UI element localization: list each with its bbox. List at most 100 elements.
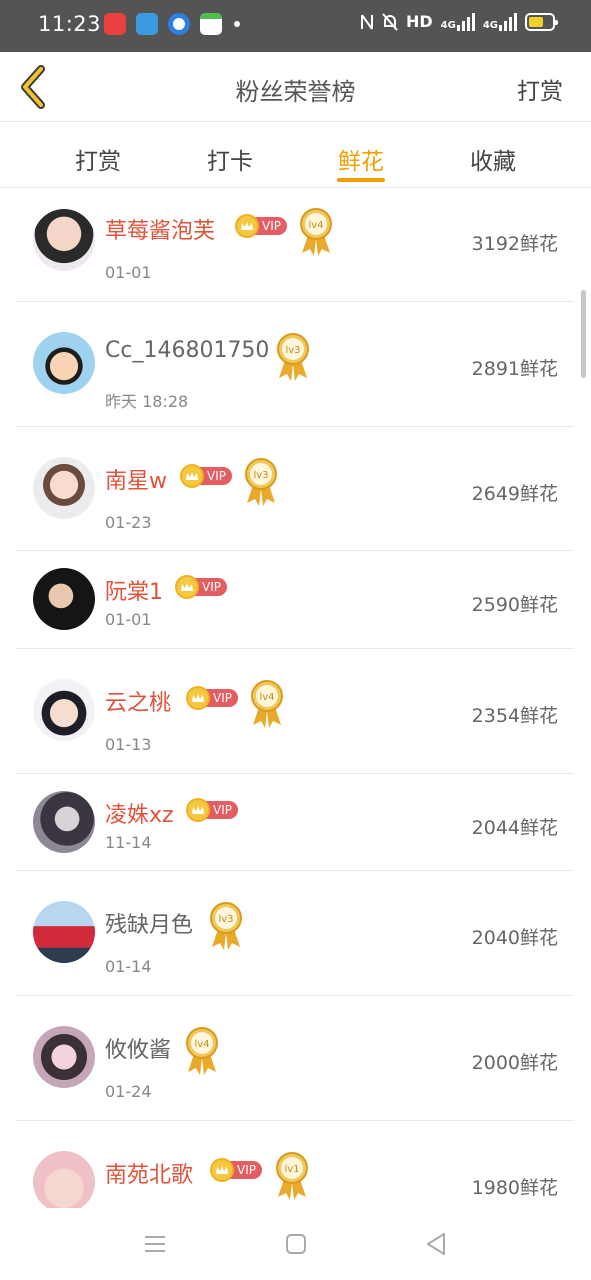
vip-badge: VIP [175, 575, 227, 599]
crown-icon [186, 686, 210, 710]
date-label: 01-24 [105, 1082, 152, 1101]
vip-badge: VIP [186, 686, 238, 710]
list-item[interactable]: 南苑北歌 VIP lv1 1980鲜花 [16, 1121, 574, 1208]
level-label: lv4 [194, 1039, 209, 1050]
home-button[interactable] [282, 1230, 310, 1258]
more-notifications-icon [234, 21, 240, 27]
avatar[interactable] [33, 679, 95, 741]
vip-badge: VIP [235, 214, 287, 238]
level-medal-icon: lv4 [186, 1027, 218, 1075]
list-item[interactable]: 草莓酱泡芙 VIP lv4 01-01 3192鲜花 [16, 189, 574, 302]
mute-icon [382, 12, 398, 31]
status-time: 11:23 [38, 12, 102, 36]
vip-badge: VIP [210, 1158, 262, 1182]
user-name[interactable]: 南星w [105, 463, 167, 495]
avatar[interactable] [33, 457, 95, 519]
avatar[interactable] [33, 901, 95, 963]
flower-count: 2000鲜花 [471, 1052, 558, 1074]
date-label: 01-23 [105, 513, 152, 532]
mail-app-icon [200, 13, 222, 35]
date-label: 01-01 [105, 263, 152, 282]
crown-icon [175, 575, 199, 599]
user-name[interactable]: Cc_146801750 [105, 338, 269, 363]
avatar[interactable] [33, 1026, 95, 1088]
flower-count: 2044鲜花 [471, 817, 558, 839]
signal-2-icon: 4G [483, 12, 517, 31]
signal-1-icon: 4G [441, 12, 475, 31]
level-medal-icon: lv3 [277, 333, 309, 381]
list-item[interactable]: Cc_146801750 lv3 昨天 18:28 2891鲜花 [16, 302, 574, 427]
menu-icon [145, 1236, 165, 1252]
avatar[interactable] [33, 1151, 95, 1208]
user-name[interactable]: 草莓酱泡芙 [105, 213, 215, 245]
user-name[interactable]: 凌姝xz [105, 797, 174, 829]
user-name[interactable]: 南苑北歌 [105, 1157, 193, 1189]
system-nav-bar [0, 1208, 591, 1280]
level-label: lv1 [284, 1164, 299, 1175]
tab-checkin[interactable]: 打卡 [185, 142, 275, 176]
avatar[interactable] [33, 209, 95, 271]
level-medal-icon: lv4 [251, 680, 283, 728]
telegram-icon [136, 13, 158, 35]
user-name[interactable]: 攸攸酱 [105, 1032, 171, 1064]
active-tab-indicator [337, 178, 385, 182]
avatar[interactable] [33, 791, 95, 853]
flower-count: 2354鲜花 [471, 705, 558, 727]
notification-icons [104, 13, 240, 35]
vip-badge: VIP [180, 464, 232, 488]
tab-reward[interactable]: 打赏 [53, 142, 143, 176]
tab-bar: 打赏 打卡 鲜花 收藏 [0, 122, 591, 188]
list-item[interactable]: 阮棠1 VIP 01-01 2590鲜花 [16, 551, 574, 649]
menu-button[interactable] [141, 1230, 169, 1258]
avatar[interactable] [33, 332, 95, 394]
flower-count: 3192鲜花 [471, 233, 558, 255]
level-label: lv3 [253, 470, 268, 481]
page-title: 粉丝荣誉榜 [235, 78, 356, 106]
avatar[interactable] [33, 568, 95, 630]
top-bar: 粉丝荣誉榜 打赏 [0, 52, 591, 122]
crown-icon [180, 464, 204, 488]
level-label: lv4 [259, 692, 274, 703]
level-label: lv3 [218, 914, 233, 925]
browser-icon [168, 13, 190, 35]
battery-icon [525, 12, 558, 31]
app-screen: 11:23 HD 4G 4G 粉丝荣誉榜 打赏 打赏 打卡 鲜花 收藏 草莓酱泡… [0, 0, 591, 1280]
home-icon [286, 1234, 306, 1254]
list-item[interactable]: 南星w VIP lv3 01-23 2649鲜花 [16, 427, 574, 551]
user-name[interactable]: 残缺月色 [105, 907, 193, 939]
list-item[interactable]: 残缺月色 lv3 01-14 2040鲜花 [16, 871, 574, 996]
vip-badge: VIP [186, 798, 238, 822]
scrollbar[interactable] [581, 290, 586, 378]
date-label: 昨天 18:28 [105, 392, 189, 411]
level-medal-icon: lv4 [300, 208, 332, 256]
crown-icon [210, 1158, 234, 1182]
flower-count: 2891鲜花 [471, 358, 558, 380]
user-name[interactable]: 云之桃 [105, 685, 171, 717]
crown-icon [235, 214, 259, 238]
date-label: 11-14 [105, 833, 152, 852]
status-indicators: HD 4G 4G [360, 12, 558, 31]
nfc-icon [360, 13, 373, 30]
reward-button[interactable]: 打赏 [517, 72, 563, 106]
crown-icon [186, 798, 210, 822]
back-icon [427, 1233, 445, 1255]
level-medal-icon: lv3 [245, 458, 277, 506]
network-label: HD [405, 12, 433, 31]
user-name[interactable]: 阮棠1 [105, 574, 163, 606]
level-medal-icon: lv3 [210, 902, 242, 950]
flower-count: 1980鲜花 [471, 1177, 558, 1199]
flower-count: 2040鲜花 [471, 927, 558, 949]
level-label: lv3 [285, 345, 300, 356]
tab-flowers[interactable]: 鲜花 [316, 142, 406, 176]
date-label: 01-14 [105, 957, 152, 976]
list-item[interactable]: 凌姝xz VIP 11-14 2044鲜花 [16, 774, 574, 871]
level-label: lv4 [308, 220, 323, 231]
flower-count: 2649鲜花 [471, 483, 558, 505]
system-back-button[interactable] [422, 1230, 450, 1258]
date-label: 01-13 [105, 735, 152, 754]
level-medal-icon: lv1 [276, 1152, 308, 1200]
date-label: 01-01 [105, 610, 152, 629]
tab-favorites[interactable]: 收藏 [448, 142, 538, 176]
list-item[interactable]: 云之桃 VIP lv4 01-13 2354鲜花 [16, 649, 574, 774]
list-item[interactable]: 攸攸酱 lv4 01-24 2000鲜花 [16, 996, 574, 1121]
